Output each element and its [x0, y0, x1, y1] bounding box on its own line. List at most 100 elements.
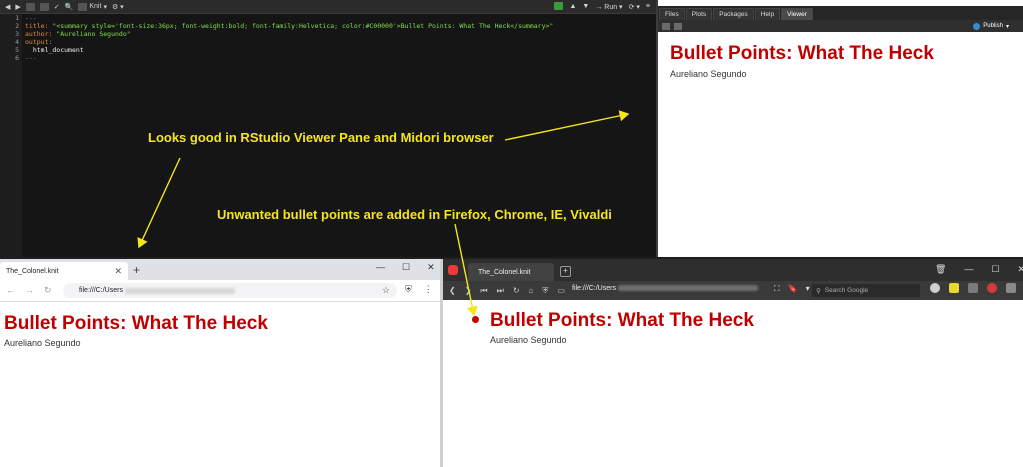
rewind-icon[interactable]: ⏮: [480, 286, 487, 296]
extension-tool-icon[interactable]: [968, 283, 978, 293]
publish-icon: [973, 22, 981, 30]
back-icon[interactable]: ←: [6, 285, 15, 296]
chrome-page-title: Bullet Points: What The Heck: [4, 313, 268, 334]
vivaldi-window-controls: 🗑 — ☐ ✕: [935, 264, 1023, 275]
tab-plots[interactable]: Plots: [685, 8, 713, 20]
line-number-gutter: 1 2 3 4 5 6: [0, 14, 22, 257]
page-icon: ▭: [557, 285, 565, 295]
annotation-bad: Unwanted bullet points are added in Fire…: [217, 207, 612, 222]
vivaldi-address-icons: ⛶ 🔖 ▾: [774, 284, 810, 294]
clear-icon[interactable]: [674, 22, 682, 30]
search-input[interactable]: ⚲ Search Google: [812, 284, 920, 297]
more-icon[interactable]: ⟳ ▾: [629, 3, 640, 11]
capture-icon[interactable]: ⛶: [774, 284, 780, 294]
save-icon[interactable]: [39, 2, 49, 11]
vivaldi-address-bar[interactable]: file:///C:/Users: [572, 285, 758, 292]
viewer-tabs: Files Plots Packages Help Viewer: [658, 6, 1023, 20]
run-button[interactable]: → Run ▾: [595, 3, 622, 11]
maximize-icon[interactable]: ☐: [991, 264, 999, 275]
chrome-tab-title: The_Colonel.knit: [6, 267, 59, 275]
trash-icon[interactable]: 🗑: [935, 264, 946, 275]
home-icon[interactable]: ⌂: [529, 286, 534, 296]
back-icon[interactable]: ◀: [5, 3, 10, 11]
vivaldi-page-title: Bullet Points: What The Heck: [490, 310, 754, 331]
vivaldi-tab[interactable]: The_Colonel.knit: [468, 263, 554, 281]
redacted-path: [124, 287, 235, 294]
line-number: 2: [15, 22, 19, 30]
tab-files[interactable]: Files: [659, 8, 685, 20]
editor-toolbar: ◀ ▶ ✓ 🔍 Knit ▾ ⚙ ▾ ▲ ▼ → Run ▾ ⟳ ▾ ≡: [0, 0, 656, 14]
line-number: 5: [15, 46, 19, 54]
line-number: 6: [15, 54, 19, 62]
publish-button[interactable]: Publish ▾: [973, 22, 1009, 30]
up-icon[interactable]: ▲: [569, 3, 576, 10]
bookmark-icon[interactable]: 🔖: [788, 284, 798, 294]
tab-viewer[interactable]: Viewer: [781, 8, 813, 20]
vivaldi-logo-icon[interactable]: [448, 265, 458, 275]
fast-forward-icon[interactable]: ⏭: [497, 286, 504, 296]
code-line: html_document: [25, 46, 84, 54]
find-icon[interactable]: 🔍: [65, 3, 74, 11]
viewer-toolbar: Publish ▾: [658, 20, 1023, 32]
extension-red-icon[interactable]: [987, 283, 997, 293]
code-line: output:: [25, 38, 53, 46]
viewer-page-author: Aureliano Segundo: [670, 69, 747, 79]
reload-icon[interactable]: ↻: [44, 285, 52, 296]
forward-icon[interactable]: ❯: [465, 286, 472, 296]
close-icon[interactable]: ✕: [427, 262, 435, 273]
extension-shield-icon[interactable]: ⛨: [405, 284, 412, 295]
chrome-tab[interactable]: The_Colonel.knit ✕: [0, 262, 128, 280]
new-tab-icon[interactable]: +: [133, 263, 140, 277]
new-tab-icon[interactable]: +: [560, 266, 571, 277]
minimize-icon[interactable]: —: [964, 264, 973, 275]
outline-icon[interactable]: ≡: [646, 3, 650, 10]
down-icon[interactable]: ▼: [582, 3, 589, 10]
spellcheck-icon[interactable]: ✓: [54, 3, 60, 11]
forward-icon[interactable]: →: [25, 285, 34, 296]
reload-icon[interactable]: ↻: [513, 286, 520, 296]
viewer-page-title: Bullet Points: What The Heck: [670, 43, 934, 64]
dropdown-icon[interactable]: ▾: [806, 284, 810, 294]
chrome-window-controls: — ☐ ✕: [376, 262, 435, 273]
menu-icon[interactable]: ⋮: [424, 284, 433, 295]
line-number: 3: [15, 30, 19, 38]
code-line: ---: [25, 54, 37, 62]
show-in-window-icon[interactable]: [25, 2, 35, 11]
vivaldi-extensions: [930, 283, 1016, 293]
code-area[interactable]: --- title: "<summary style='font-size:36p…: [25, 14, 553, 62]
settings-gear-icon[interactable]: ⚙ ▾: [112, 3, 124, 11]
chrome-address-bar[interactable]: file:///C:/Users ☆: [63, 283, 397, 298]
maximize-icon[interactable]: ☐: [402, 262, 410, 273]
forward-icon[interactable]: ▶: [15, 3, 20, 11]
close-icon[interactable]: ✕: [1018, 264, 1023, 275]
search-placeholder: Search Google: [824, 287, 869, 294]
tab-help[interactable]: Help: [754, 8, 781, 20]
extension-pencil-icon[interactable]: [949, 283, 959, 293]
redacted-path: [617, 285, 758, 292]
vivaldi-tab-title: The_Colonel.knit: [478, 268, 531, 276]
code-line: ---: [25, 14, 37, 22]
tab-packages[interactable]: Packages: [713, 8, 754, 20]
profile-avatar[interactable]: [930, 283, 940, 293]
bookmark-star-icon[interactable]: ☆: [382, 285, 390, 296]
line-number: 1: [15, 14, 19, 22]
export-icon[interactable]: [662, 22, 670, 30]
chrome-extensions: ⛨ ⋮: [405, 284, 433, 295]
unwanted-bullet-point: [472, 316, 479, 323]
chrome-page-author: Aureliano Segundo: [4, 338, 81, 348]
address-url: file:///C:/Users: [572, 285, 616, 292]
back-icon[interactable]: ❮: [449, 286, 456, 296]
close-tab-icon[interactable]: ✕: [114, 266, 122, 277]
search-icon: ⚲: [816, 287, 821, 295]
shield-icon[interactable]: ⛨: [542, 286, 548, 296]
insert-chunk-icon[interactable]: [554, 1, 564, 12]
knit-button[interactable]: Knit ▾: [78, 2, 107, 11]
extension-puzzle-icon[interactable]: [1006, 283, 1016, 293]
line-number: 4: [15, 38, 19, 46]
minimize-icon[interactable]: —: [376, 262, 385, 273]
code-line: title: "<summary style='font-size:36px; …: [25, 22, 554, 30]
annotation-good: Looks good in RStudio Viewer Pane and Mi…: [148, 130, 494, 145]
vivaldi-page-author: Aureliano Segundo: [490, 335, 567, 345]
code-line: author: "Aureliano Segundo": [25, 30, 131, 38]
address-url: file:///C:/Users: [79, 287, 123, 294]
